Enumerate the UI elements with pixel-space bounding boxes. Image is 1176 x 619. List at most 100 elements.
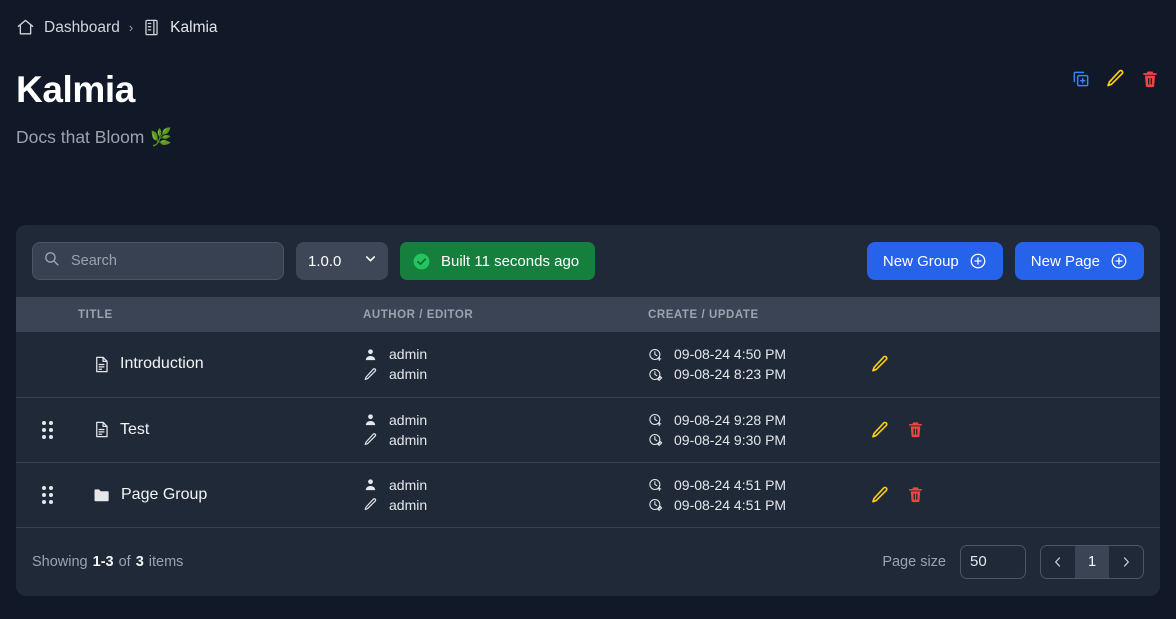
column-header-create-update: CREATE / UPDATE [648,308,759,321]
plus-circle-icon [1110,252,1128,270]
search-input[interactable] [32,242,284,280]
pagination-next-button[interactable] [1109,546,1143,578]
pagination: 1 [1040,544,1144,579]
row-created-label: 09-08-24 4:51 PM [674,476,787,493]
table-header: TITLE AUTHOR / EDITOR CREATE / UPDATE [16,297,1160,332]
search-field [32,242,284,280]
version-dropdown[interactable]: 1.0.0 [296,242,388,280]
clock-plus-icon [648,347,663,362]
table-row[interactable]: Introduction admin admin 09-08-24 4:50 P… [16,332,1160,397]
check-circle-icon [412,252,431,271]
version-select: 1.0.0 [296,242,388,280]
row-updated-label: 09-08-24 4:51 PM [674,496,787,513]
user-icon [363,412,378,427]
duplicate-button[interactable] [1071,69,1091,89]
pencil-icon [363,367,378,382]
new-page-button[interactable]: New Page [1014,242,1144,280]
row-created-label: 09-08-24 9:28 PM [674,411,787,428]
row-author-cell: admin admin [363,332,648,397]
row-dates-cell: 09-08-24 4:50 PM 09-08-24 8:23 PM [648,332,856,397]
clock-edit-icon [648,432,663,447]
folder-icon [92,485,112,505]
table-footer: Showing 1-3 of 3 items Page size 50 1 [16,527,1160,596]
new-page-label: New Page [1030,252,1100,270]
new-group-button[interactable]: New Group [866,242,1003,280]
drag-handle[interactable] [16,485,78,504]
chevron-left-icon [1051,555,1065,569]
table-row[interactable]: Test admin admin 09-08-24 9:28 PM 09-08-… [16,397,1160,462]
row-drag-cell [16,462,78,527]
title-block: Kalmia Docs that Bloom 🌿 [0,69,1176,148]
page-title: Kalmia [16,69,135,110]
documents-table: TITLE AUTHOR / EDITOR CREATE / UPDATE In… [16,297,1160,528]
clock-plus-icon [648,412,663,427]
row-title-label: Page Group [121,485,208,503]
breadcrumb-label-kalmia: Kalmia [170,18,218,36]
row-title-cell: Introduction [78,332,363,397]
chevron-right-icon [1119,555,1133,569]
row-author-label: admin [389,346,428,363]
build-status-badge[interactable]: Built 11 seconds ago [400,242,596,280]
pencil-icon [363,497,378,512]
build-status-label: Built 11 seconds ago [441,252,580,270]
page-size-dropdown[interactable]: 50 [960,544,1026,579]
row-author-label: admin [389,411,428,428]
page-subtitle: Docs that Bloom 🌿 [16,127,1160,148]
breadcrumb-item-dashboard[interactable]: Dashboard [16,18,120,37]
drag-dots-icon [41,485,53,504]
showing-items-suffix: items [148,553,184,570]
row-title-label: Test [120,420,150,438]
row-edit-button[interactable] [870,485,890,505]
row-editor-label: admin [389,496,428,513]
home-icon [16,18,35,37]
table-toolbar: 1.0.0 Built 11 seconds ago [16,225,1160,297]
row-delete-button[interactable] [906,485,925,504]
row-author-cell: admin admin [363,397,648,462]
new-group-label: New Group [882,252,959,270]
row-actions-cell [856,462,1160,527]
row-edit-button[interactable] [870,354,890,374]
header-actions [1071,68,1160,89]
clock-plus-icon [648,477,663,492]
showing-total: 3 [135,553,144,570]
user-icon [363,347,378,362]
row-actions-cell [856,397,1160,462]
showing-status: Showing 1-3 of 3 items [32,554,183,570]
plus-circle-icon [969,252,987,270]
user-icon [363,477,378,492]
pencil-icon [363,432,378,447]
row-dates-cell: 09-08-24 4:51 PM 09-08-24 4:51 PM [648,462,856,527]
breadcrumb: Dashboard › Kalmia [0,0,1176,37]
row-updated-label: 09-08-24 9:30 PM [674,431,787,448]
breadcrumb-label-dashboard: Dashboard [44,18,120,36]
pagination-current-page[interactable]: 1 [1075,545,1109,578]
row-delete-button[interactable] [906,420,925,439]
drag-handle[interactable] [16,420,78,439]
document-icon [92,355,111,374]
breadcrumb-item-kalmia[interactable]: Kalmia [142,18,218,37]
showing-prefix: Showing [32,553,88,570]
page-size-select: 50 [960,544,1026,579]
showing-of: of [118,553,131,570]
page-size-label: Page size [882,553,946,570]
clock-edit-icon [648,367,663,382]
delete-button[interactable] [1140,69,1160,89]
breadcrumb-separator: › [128,20,134,35]
column-header-actions [856,297,1160,332]
clock-edit-icon [648,497,663,512]
column-header-title: TITLE [78,308,113,321]
pagination-prev-button[interactable] [1041,546,1075,578]
row-dates-cell: 09-08-24 9:28 PM 09-08-24 9:30 PM [648,397,856,462]
app-root: Dashboard › Kalmia Kalmia Docs that Bloo… [0,0,1176,619]
drag-dots-icon [41,420,53,439]
table-row[interactable]: Page Group admin admin 09-08-24 4:51 PM … [16,462,1160,527]
table-header-row: TITLE AUTHOR / EDITOR CREATE / UPDATE [16,297,1160,332]
column-header-author-editor: AUTHOR / EDITOR [363,308,474,321]
page-subtitle-text: Docs that Bloom [16,126,145,147]
column-header-drag [16,297,78,332]
edit-button[interactable] [1105,68,1126,89]
showing-range: 1-3 [92,553,114,570]
row-edit-button[interactable] [870,420,890,440]
row-actions-cell [856,332,1160,397]
row-title-label: Introduction [120,355,204,373]
